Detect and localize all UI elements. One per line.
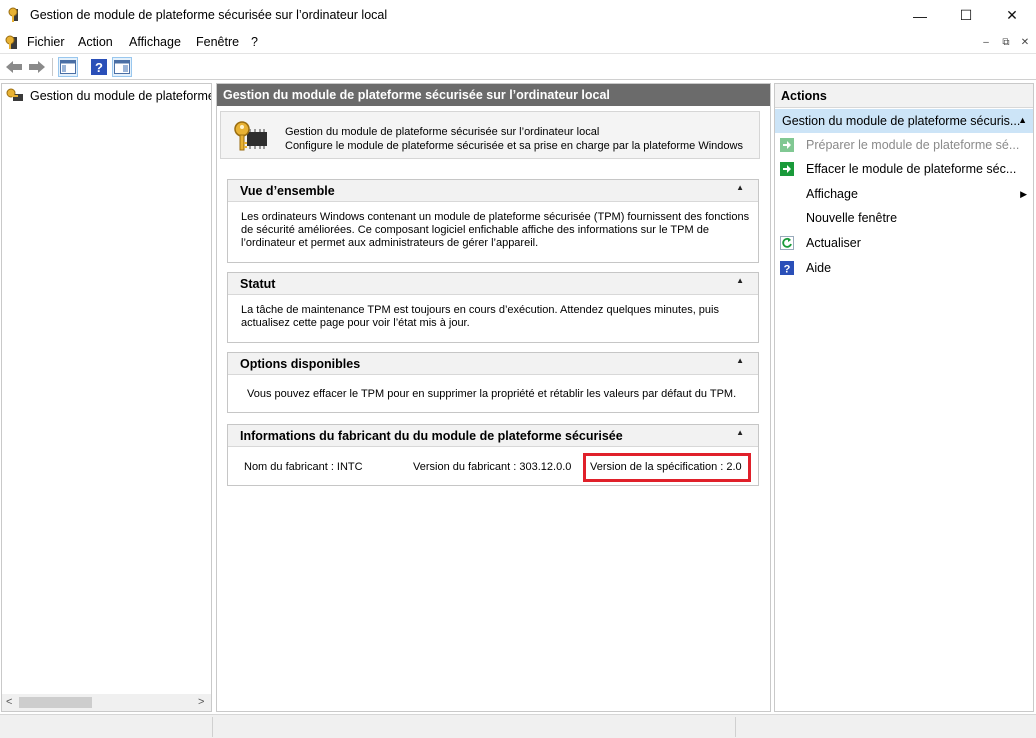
menu-action[interactable]: Action	[78, 35, 113, 49]
maximize-button[interactable]: ☐	[943, 0, 989, 31]
status-bar	[0, 714, 1036, 738]
action-label: Affichage	[806, 187, 858, 201]
actions-group-label: Gestion du module de plateforme sécuris.…	[782, 114, 1021, 128]
status-text: La tâche de maintenance TPM est toujours…	[241, 304, 747, 330]
status-section-header[interactable]: Statut ▲	[228, 273, 758, 295]
menu-affichage[interactable]: Affichage	[129, 35, 181, 49]
manufacturer-section-header[interactable]: Informations du fabricant du du module d…	[228, 425, 758, 447]
options-section: Options disponibles ▲ Vous pouvez efface…	[227, 352, 759, 413]
status-divider	[212, 717, 213, 737]
back-button[interactable]	[4, 57, 24, 77]
menu-fenetre[interactable]: Fenêtre	[196, 35, 239, 49]
spec-version-highlight	[583, 453, 751, 482]
manufacturer-info-section: Informations du fabricant du du module d…	[227, 424, 759, 486]
action-label: Actualiser	[806, 236, 861, 250]
action-help[interactable]: ? Aide	[779, 258, 1031, 278]
mdi-close-button[interactable]: ✕	[1016, 34, 1034, 50]
action-label: Effacer le module de plateforme séc...	[806, 162, 1017, 176]
options-text: Vous pouvez effacer le TPM pour en suppr…	[247, 388, 753, 401]
show-action-pane-icon	[114, 60, 130, 74]
mdi-minimize-button[interactable]: –	[977, 34, 995, 50]
action-clear-tpm[interactable]: Effacer le module de plateforme séc...	[779, 159, 1031, 179]
overview-section-header[interactable]: Vue d’ensemble ▲	[228, 180, 758, 202]
collapse-icon[interactable]: ▲	[736, 356, 744, 365]
scroll-left-icon[interactable]: <	[6, 696, 12, 708]
back-arrow-icon	[6, 61, 22, 73]
overview-section: Vue d’ensemble ▲ Les ordinateurs Windows…	[227, 179, 759, 263]
forward-button[interactable]	[27, 57, 47, 77]
menu-help[interactable]: ?	[251, 35, 258, 49]
forward-arrow-icon	[29, 61, 45, 73]
action-prepare-tpm[interactable]: Préparer le module de plateforme sé...	[779, 135, 1031, 155]
overview-line: Les ordinateurs Windows contenant un mod…	[241, 211, 750, 223]
manufacturer-name: Nom du fabricant : INTC	[244, 461, 363, 473]
svg-text:?: ?	[95, 60, 103, 75]
tree-item-label: Gestion du module de plateforme s	[30, 89, 212, 103]
mdi-restore-button[interactable]: ⧉	[997, 34, 1015, 50]
menu-fichier[interactable]: Fichier	[27, 35, 65, 49]
action-new-window[interactable]: Nouvelle fenêtre	[779, 208, 1031, 228]
actions-group-tpm[interactable]: Gestion du module de plateforme sécuris.…	[775, 109, 1033, 133]
manufacturer-version: Version du fabricant : 303.12.0.0	[413, 461, 572, 473]
intro-description: Configure le module de plateforme sécuri…	[285, 140, 743, 152]
help-icon: ?	[91, 59, 107, 75]
action-label: Préparer le module de plateforme sé...	[806, 138, 1020, 152]
collapse-icon[interactable]: ▲	[1018, 115, 1027, 125]
scrollbar-thumb[interactable]	[19, 697, 92, 708]
status-line: La tâche de maintenance TPM est toujours…	[241, 304, 719, 316]
status-line: actualisez cette page pour voir l’état m…	[241, 317, 470, 329]
status-divider	[735, 717, 736, 737]
action-refresh[interactable]: Actualiser	[779, 233, 1031, 253]
intro-panel: Gestion du module de plateforme sécurisé…	[220, 111, 760, 159]
title-bar: Gestion de module de plateforme sécurisé…	[0, 0, 1036, 31]
help-toolbar-button[interactable]: ?	[89, 57, 109, 77]
overview-text: Les ordinateurs Windows contenant un mod…	[241, 211, 750, 250]
show-tree-icon	[60, 60, 76, 74]
overview-line: de sécurité améliorées. Ce composant log…	[241, 224, 709, 236]
minimize-button[interactable]: —	[897, 0, 943, 31]
options-section-header[interactable]: Options disponibles ▲	[228, 353, 758, 375]
help-icon: ?	[779, 260, 795, 276]
actions-pane: Actions Gestion du module de plateforme …	[774, 83, 1034, 712]
tpm-key-icon	[8, 7, 18, 22]
details-pane: Gestion du module de plateforme sécurisé…	[216, 83, 771, 712]
collapse-icon[interactable]: ▲	[736, 428, 744, 437]
options-line: Vous pouvez effacer le TPM pour en suppr…	[247, 388, 737, 400]
status-section: Statut ▲ La tâche de maintenance TPM est…	[227, 272, 759, 343]
refresh-icon	[779, 235, 795, 251]
collapse-icon[interactable]: ▲	[736, 183, 744, 192]
details-header: Gestion du module de plateforme sécurisé…	[217, 84, 770, 106]
action-label: Aide	[806, 261, 832, 275]
toolbar: ?	[0, 53, 1036, 80]
toolbar-separator	[52, 58, 53, 76]
overview-title: Vue d’ensemble	[240, 184, 335, 198]
overview-line: l’ordinateur et permet aux administrateu…	[241, 237, 539, 249]
window-title: Gestion de module de plateforme sécurisé…	[30, 8, 388, 22]
document-key-icon[interactable]	[4, 34, 20, 50]
action-label: Nouvelle fenêtre	[806, 211, 898, 225]
status-title: Statut	[240, 277, 276, 291]
svg-text:?: ?	[784, 264, 791, 276]
show-hide-action-pane-button[interactable]	[112, 57, 132, 77]
options-title: Options disponibles	[240, 357, 361, 371]
collapse-icon[interactable]: ▲	[736, 276, 744, 285]
intro-title: Gestion du module de plateforme sécurisé…	[285, 126, 600, 138]
show-hide-tree-button[interactable]	[58, 57, 78, 77]
close-button[interactable]: ✕	[989, 0, 1035, 31]
tpm-chip-key-icon	[234, 121, 267, 151]
console-tree-pane: Gestion du module de plateforme s < >	[1, 83, 212, 712]
menu-bar: Fichier Action Affichage Fenêtre ? – ⧉ ✕	[0, 31, 1036, 53]
green-arrow-icon	[779, 161, 795, 177]
tpm-key-icon	[6, 88, 23, 101]
horizontal-scrollbar[interactable]: < >	[2, 694, 211, 711]
submenu-arrow-icon: ▶	[1020, 188, 1027, 199]
green-arrow-icon	[779, 137, 795, 153]
tree-item-tpm-management[interactable]: Gestion du module de plateforme s	[6, 88, 212, 104]
action-view[interactable]: Affichage ▶	[779, 184, 1031, 204]
actions-header: Actions	[775, 84, 1033, 108]
scroll-right-icon[interactable]: >	[198, 696, 204, 708]
manufacturer-title: Informations du fabricant du du module d…	[240, 429, 623, 443]
